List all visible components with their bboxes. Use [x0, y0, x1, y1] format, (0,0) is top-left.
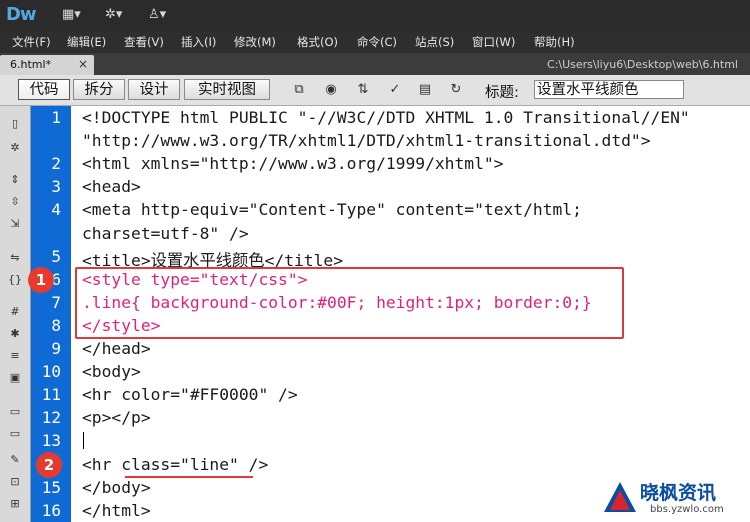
document-tab[interactable]: 6.html* × [0, 55, 94, 75]
code-line: "http://www.w3.org/TR/xhtml1/DTD/xhtml1-… [82, 131, 651, 151]
open-documents-icon[interactable]: ▯ [7, 116, 23, 132]
apply-comment-icon[interactable]: ▭ [7, 404, 23, 420]
line-numbers-icon[interactable]: # [7, 304, 23, 320]
code-line: charset=utf-8" /> [82, 223, 249, 243]
app-top-bar: Dw ▦▾ ✲▾ ♙▾ [0, 0, 750, 33]
document-tab-label: 6.html* [10, 58, 52, 71]
document-toolbar: 代码 拆分 设计 实时视图 ⧉ ◉ ⇅ ✓ ▤ ↻ 标题: 设置水平线颜色 [0, 75, 750, 106]
line-number: 12 [41, 408, 61, 428]
line-number: 4 [51, 200, 61, 220]
code-line: </html> [82, 500, 151, 520]
collapse-tag-icon[interactable]: ⇕ [7, 172, 23, 188]
line-number: 16 [41, 500, 61, 520]
file-path: C:\Users\liyu6\Desktop\web\6.html [547, 58, 738, 71]
annotation-badge-1: 1 [28, 267, 54, 293]
collapse-selection-icon[interactable]: ⇳ [7, 194, 23, 210]
menu-format[interactable]: 格式(O) [297, 34, 338, 50]
show-code-navigator-icon[interactable]: ✲ [7, 140, 23, 156]
expand-all-icon[interactable]: ⇲ [7, 216, 23, 232]
line-number: 11 [41, 385, 61, 405]
close-icon[interactable]: × [78, 57, 88, 71]
menu-edit[interactable]: 编辑(E) [67, 34, 106, 50]
menu-insert[interactable]: 插入(I) [181, 34, 216, 50]
check-page-icon[interactable]: ✓ [384, 82, 406, 98]
menu-help[interactable]: 帮助(H) [534, 34, 575, 50]
menu-window[interactable]: 窗口(W) [472, 34, 515, 50]
syntax-coloring-icon[interactable]: ▣ [7, 370, 23, 386]
text-caret [83, 432, 84, 449]
word-wrap-icon[interactable]: ≡ [7, 348, 23, 364]
code-line: <body> [82, 362, 141, 382]
coding-toolbar: ▯ ✲ ⇕ ⇳ ⇲ ⇋ {} # ✱ ≡ ▣ ▭ ▭ ✎ ⊡ ⊞ [0, 106, 31, 522]
gear-icon[interactable]: ✲▾ [105, 7, 122, 25]
refresh-icon[interactable]: ↻ [445, 82, 467, 98]
balance-braces-icon[interactable]: {} [7, 272, 23, 288]
dreamweaver-logo: Dw [6, 4, 37, 25]
wrap-tag-icon[interactable]: ✎ [7, 452, 23, 468]
code-line: <html xmlns="http://www.w3.org/1999/xhtm… [82, 154, 504, 174]
line-number: 2 [51, 154, 61, 174]
select-parent-tag-icon[interactable]: ⇋ [7, 250, 23, 266]
highlight-underline [125, 476, 253, 478]
highlight-box [75, 267, 624, 339]
design-view-button[interactable]: 设计 [128, 79, 180, 100]
code-line: <head> [82, 177, 141, 197]
visual-aids-icon[interactable]: ▤ [414, 82, 436, 98]
watermark: 晓枫资讯 bbs.yzwlo.com [598, 474, 750, 522]
file-management-icon[interactable]: ⇅ [352, 82, 374, 98]
menu-bar: 文件(F) 编辑(E) 查看(V) 插入(I) 修改(M) 格式(O) 命令(C… [0, 32, 750, 53]
remove-comment-icon[interactable]: ▭ [7, 426, 23, 442]
page-title-label: 标题: [485, 85, 519, 101]
line-number: 1 [51, 108, 61, 127]
code-view-button[interactable]: 代码 [18, 79, 70, 100]
watermark-logo-icon [604, 482, 636, 512]
format-source-icon[interactable]: ⊞ [7, 496, 23, 512]
line-number: 15 [41, 477, 61, 497]
watermark-url: bbs.yzwlo.com [650, 504, 724, 515]
line-number: 5 [51, 246, 61, 266]
code-line: <hr class="line" /> [82, 454, 269, 474]
code-line: <meta http-equiv="Content-Type" content=… [82, 200, 582, 220]
code-line: </head> [82, 339, 151, 358]
watermark-text: 晓枫资讯 [640, 482, 717, 504]
line-number: 10 [41, 362, 61, 382]
code-line: <p></p> [82, 408, 151, 428]
document-tab-bar: 6.html* × C:\Users\liyu6\Desktop\web\6.h… [0, 53, 750, 75]
menu-site[interactable]: 站点(S) [415, 34, 454, 50]
page-title-input[interactable]: 设置水平线颜色 [534, 80, 684, 99]
line-number: 8 [51, 315, 61, 335]
line-number: 9 [51, 339, 61, 358]
annotation-badge-2: 2 [36, 452, 62, 478]
site-icon[interactable]: ♙▾ [148, 7, 166, 25]
live-view-button[interactable]: 实时视图 [184, 79, 270, 100]
layout-icon[interactable]: ▦▾ [62, 7, 81, 25]
menu-command[interactable]: 命令(C) [357, 34, 397, 50]
line-number: 7 [51, 292, 61, 312]
split-view-button[interactable]: 拆分 [73, 79, 125, 100]
code-line: </body> [82, 477, 151, 497]
menu-view[interactable]: 查看(V) [124, 34, 164, 50]
preview-browser-icon[interactable]: ◉ [320, 82, 342, 98]
highlight-invalid-code-icon[interactable]: ✱ [7, 326, 23, 342]
multiscreen-icon[interactable]: ⧉ [288, 82, 310, 98]
line-number: 13 [41, 431, 61, 451]
code-line: <!DOCTYPE html PUBLIC "-//W3C//DTD XHTML… [82, 108, 690, 127]
menu-modify[interactable]: 修改(M) [234, 34, 276, 50]
menu-file[interactable]: 文件(F) [12, 34, 51, 50]
line-number: 3 [51, 177, 61, 197]
code-line: <hr color="#FF0000" /> [82, 385, 298, 405]
recent-snippets-icon[interactable]: ⊡ [7, 474, 23, 490]
